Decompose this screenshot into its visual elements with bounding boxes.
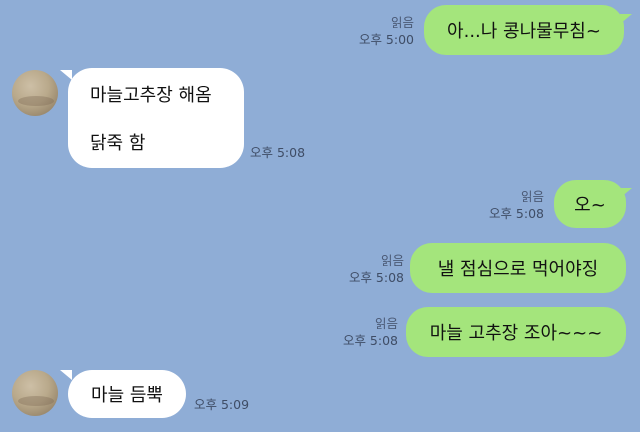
received-message-bubble[interactable]: 마늘고추장 해옴 닭죽 함 <box>68 68 244 168</box>
message-text: 마늘 듬뿍 <box>91 385 163 406</box>
message-time: 오후 5:08 <box>342 333 398 348</box>
message-text: 오~ <box>574 195 606 216</box>
bubble-tail <box>620 14 632 24</box>
read-receipt: 읽음 <box>390 15 414 30</box>
read-receipt: 읽음 <box>520 189 544 204</box>
bubble-tail <box>60 70 72 80</box>
message-meta: 읽음 오후 5:00 <box>359 14 414 48</box>
message-text-line: 마늘고추장 해옴 <box>90 85 212 106</box>
message-time: 오후 5:08 <box>348 270 404 285</box>
contact-avatar[interactable] <box>12 70 58 116</box>
message-text-line: 닭죽 함 <box>90 133 146 154</box>
sent-message-bubble[interactable]: 오~ <box>554 180 626 228</box>
message-text: 마늘 고추장 조아~~~ <box>429 323 603 344</box>
message-meta: 읽음 오후 5:08 <box>489 188 544 222</box>
contact-avatar[interactable] <box>12 370 58 416</box>
sent-message-bubble[interactable]: 아...나 콩나물무침~ <box>424 5 624 55</box>
received-message-bubble[interactable]: 마늘 듬뿍 <box>68 370 186 418</box>
read-receipt: 읽음 <box>380 253 404 268</box>
bubble-tail <box>620 188 632 198</box>
message-meta: 읽음 오후 5:08 <box>343 315 398 349</box>
message-text: 아...나 콩나물무침~ <box>447 21 601 42</box>
message-text: 낼 점심으로 먹어야징 <box>437 259 599 280</box>
bubble-tail <box>60 370 72 380</box>
message-time: 오후 5:09 <box>194 397 250 412</box>
sent-message-bubble[interactable]: 낼 점심으로 먹어야징 <box>410 243 626 293</box>
read-receipt: 읽음 <box>374 316 398 331</box>
message-time: 오후 5:08 <box>250 145 306 160</box>
message-time: 오후 5:08 <box>488 206 544 221</box>
sent-message-bubble[interactable]: 마늘 고추장 조아~~~ <box>406 307 626 357</box>
message-time: 오후 5:00 <box>358 32 414 47</box>
message-meta: 읽음 오후 5:08 <box>349 252 404 286</box>
